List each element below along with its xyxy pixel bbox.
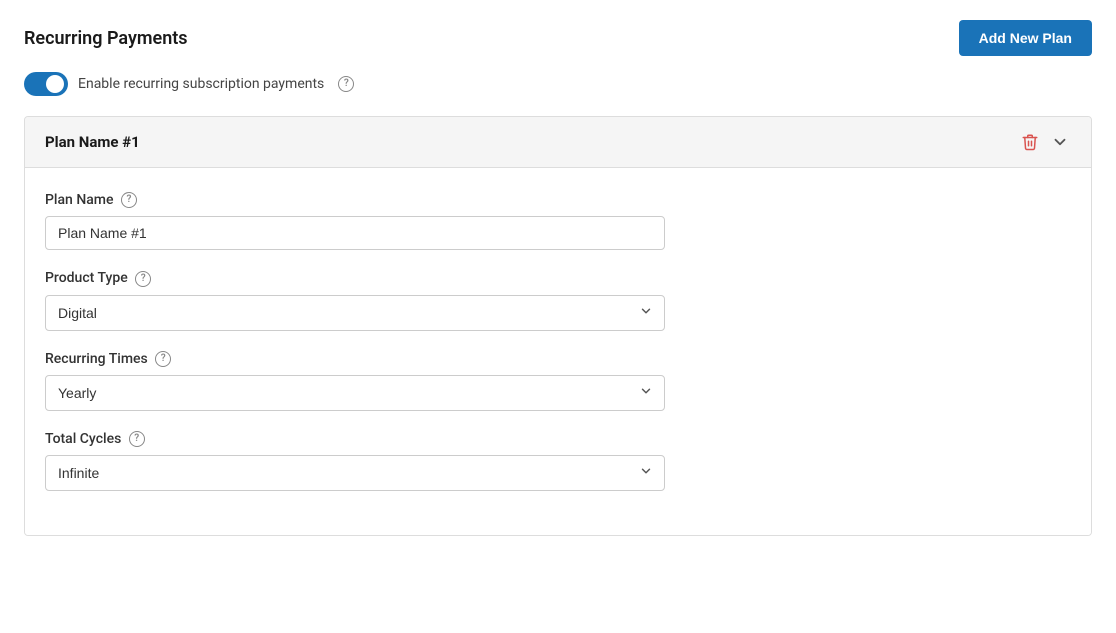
plan-card-header: Plan Name #1 xyxy=(25,117,1091,168)
toggle-slider xyxy=(24,72,68,96)
plan-name-group: Plan Name ? xyxy=(45,192,1071,250)
recurring-times-select[interactable]: Daily Weekly Monthly Yearly xyxy=(45,375,665,411)
plan-card-actions xyxy=(1019,131,1071,153)
recurring-times-label: Recurring Times ? xyxy=(45,351,1071,367)
product-type-help-icon[interactable]: ? xyxy=(135,271,151,287)
recurring-payments-toggle[interactable] xyxy=(24,72,68,96)
recurring-times-select-wrapper: Daily Weekly Monthly Yearly xyxy=(45,375,665,411)
trash-icon xyxy=(1021,133,1039,151)
total-cycles-label-text: Total Cycles xyxy=(45,431,121,447)
total-cycles-select[interactable]: Infinite 1 2 3 6 12 xyxy=(45,455,665,491)
page-header: Recurring Payments Add New Plan xyxy=(24,20,1092,56)
product-type-select-wrapper: Digital Physical Service xyxy=(45,295,665,331)
total-cycles-select-wrapper: Infinite 1 2 3 6 12 xyxy=(45,455,665,491)
product-type-group: Product Type ? Digital Physical Service xyxy=(45,270,1071,330)
collapse-plan-button[interactable] xyxy=(1049,131,1071,153)
recurring-times-group: Recurring Times ? Daily Weekly Monthly Y… xyxy=(45,351,1071,411)
toggle-label: Enable recurring subscription payments xyxy=(78,76,324,92)
plan-name-label: Plan Name ? xyxy=(45,192,1071,208)
plan-name-label-text: Plan Name xyxy=(45,192,114,208)
product-type-label-text: Product Type xyxy=(45,270,128,286)
plan-card-body: Plan Name ? Product Type ? Digital Physi… xyxy=(25,168,1091,535)
delete-plan-button[interactable] xyxy=(1019,131,1041,153)
total-cycles-label: Total Cycles ? xyxy=(45,431,1071,447)
recurring-times-label-text: Recurring Times xyxy=(45,351,148,367)
plan-card: Plan Name #1 Plan Name xyxy=(24,116,1092,536)
recurring-times-help-icon[interactable]: ? xyxy=(155,351,171,367)
toggle-help-icon[interactable]: ? xyxy=(338,76,354,92)
page-title: Recurring Payments xyxy=(24,28,188,49)
plan-name-help-icon[interactable]: ? xyxy=(121,192,137,208)
plan-card-title: Plan Name #1 xyxy=(45,133,140,151)
toggle-row: Enable recurring subscription payments ? xyxy=(24,72,1092,96)
plan-name-input[interactable] xyxy=(45,216,665,250)
product-type-select[interactable]: Digital Physical Service xyxy=(45,295,665,331)
add-new-plan-button[interactable]: Add New Plan xyxy=(959,20,1092,56)
chevron-down-icon xyxy=(1051,133,1069,151)
product-type-label: Product Type ? xyxy=(45,270,1071,286)
total-cycles-group: Total Cycles ? Infinite 1 2 3 6 12 xyxy=(45,431,1071,491)
total-cycles-help-icon[interactable]: ? xyxy=(129,431,145,447)
